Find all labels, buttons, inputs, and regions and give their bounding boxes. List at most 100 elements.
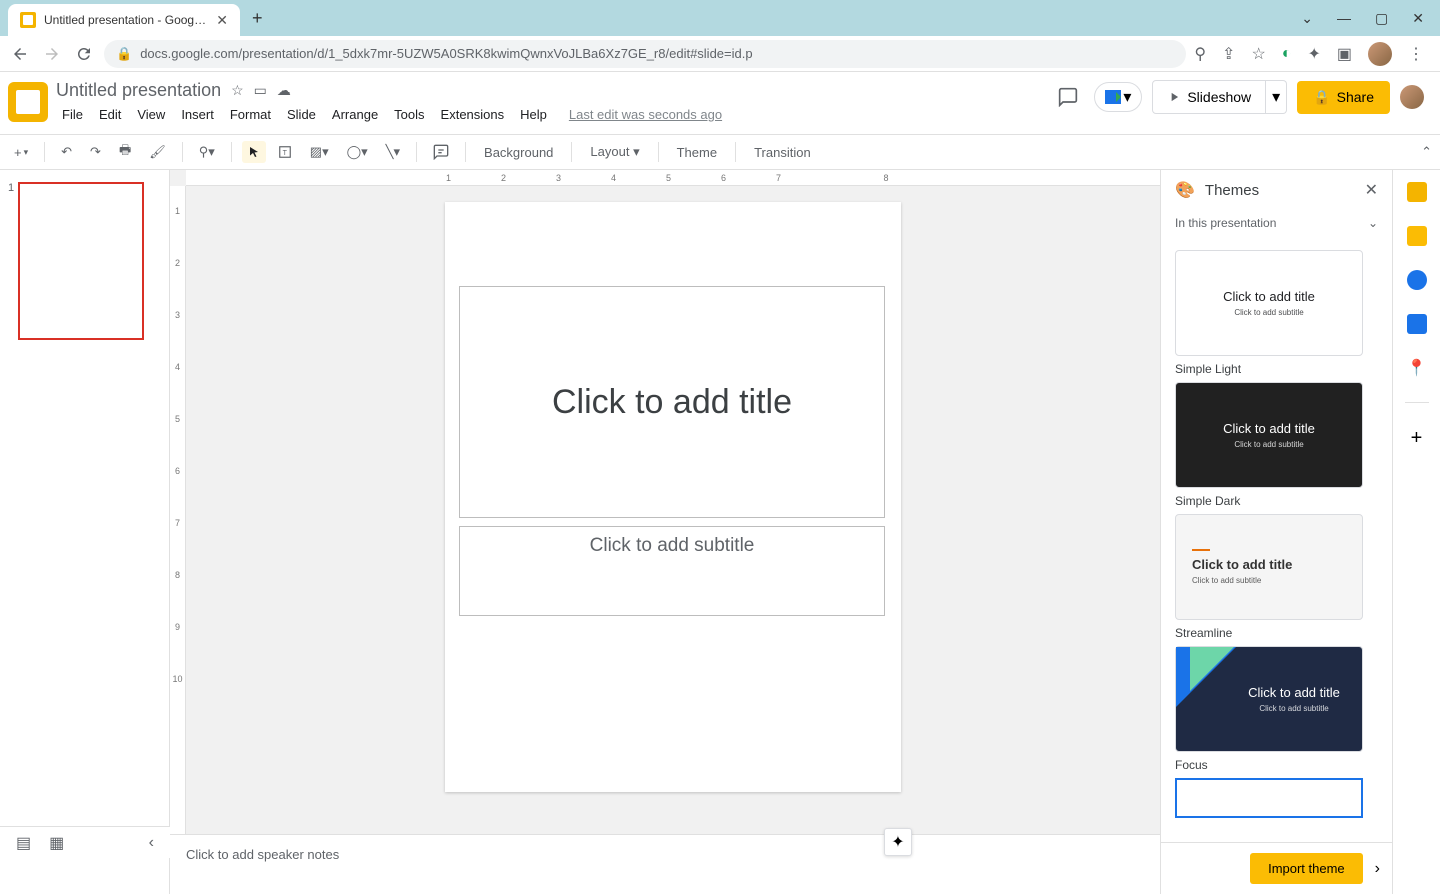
url-field[interactable]: 🔒 docs.google.com/presentation/d/1_5dxk7… (104, 40, 1186, 68)
share-url-icon[interactable]: ⇪ (1222, 44, 1235, 64)
theme-simple-light[interactable]: Click to add title Click to add subtitle (1175, 250, 1363, 356)
minimize-icon[interactable]: — (1337, 10, 1351, 27)
theme-streamline[interactable]: Click to add title Click to add subtitle (1175, 514, 1363, 620)
grid-view-icon[interactable]: ▦ (49, 833, 64, 853)
comment-tool[interactable] (427, 140, 455, 164)
menu-extensions[interactable]: Extensions (435, 105, 511, 124)
chevron-down-icon[interactable]: ⌄ (1301, 10, 1313, 27)
speaker-notes[interactable]: Click to add speaker notes (170, 834, 1160, 894)
redo-button[interactable]: ↷ (84, 140, 107, 164)
theme-label-dark: Simple Dark (1175, 494, 1378, 508)
title-placeholder[interactable]: Click to add title (459, 286, 885, 518)
undo-button[interactable]: ↶ (55, 140, 78, 164)
new-tab-button[interactable]: + (252, 8, 263, 29)
theme-shift[interactable] (1175, 778, 1363, 818)
menu-slide[interactable]: Slide (281, 105, 322, 124)
slides-logo[interactable] (8, 82, 48, 122)
slide-thumb-1[interactable] (18, 182, 144, 340)
ruler-horizontal: 1234567 8 (186, 170, 1160, 186)
menu-view[interactable]: View (131, 105, 171, 124)
profile-avatar[interactable] (1368, 42, 1392, 66)
menu-file[interactable]: File (56, 105, 89, 124)
browser-tab-strip: Untitled presentation - Google Sl ✕ + ⌄ … (0, 0, 1440, 36)
theme-label-focus: Focus (1175, 758, 1378, 772)
maximize-icon[interactable]: ▢ (1375, 10, 1388, 27)
shape-tool[interactable]: ◯▾ (341, 140, 374, 164)
contacts-icon[interactable] (1407, 314, 1427, 334)
lock-icon: 🔒 (116, 46, 132, 62)
app-header: Untitled presentation ☆ ▭ ☁ File Edit Vi… (0, 72, 1440, 134)
calendar-icon[interactable] (1407, 182, 1427, 202)
back-button[interactable] (8, 42, 32, 66)
slideshow-button[interactable]: Slideshow (1152, 80, 1266, 114)
zoom-icon[interactable]: ⚲ (1194, 44, 1206, 64)
keep-icon[interactable] (1407, 226, 1427, 246)
sidepanel-icon[interactable]: ▣ (1337, 44, 1352, 64)
star-icon[interactable]: ☆ (231, 82, 244, 99)
select-tool[interactable] (242, 141, 266, 163)
cloud-status-icon[interactable]: ☁ (277, 82, 291, 99)
menu-edit[interactable]: Edit (93, 105, 127, 124)
menu-format[interactable]: Format (224, 105, 277, 124)
collapse-filmstrip-icon[interactable]: ‹ (149, 834, 154, 852)
themes-section-toggle[interactable]: In this presentation ⌄ (1161, 210, 1392, 236)
bookmark-icon[interactable]: ☆ (1251, 44, 1265, 64)
explore-button[interactable]: ✦ (884, 828, 912, 856)
close-panel-icon[interactable]: ✕ (1365, 180, 1378, 200)
share-label: Share (1337, 89, 1374, 105)
filmstrip-footer: ▤ ▦ ‹ (0, 826, 170, 858)
line-tool[interactable]: ╲▾ (380, 140, 406, 164)
menu-arrange[interactable]: Arrange (326, 105, 384, 124)
themes-panel: 🎨 Themes ✕ In this presentation ⌄ Click … (1160, 170, 1392, 894)
layout-button[interactable]: Layout ▾ (582, 140, 647, 164)
forward-button[interactable] (40, 42, 64, 66)
account-avatar[interactable] (1400, 85, 1424, 109)
menu-insert[interactable]: Insert (175, 105, 220, 124)
themes-section-label: In this presentation (1175, 216, 1276, 230)
theme-button[interactable]: Theme (669, 141, 725, 164)
address-bar: 🔒 docs.google.com/presentation/d/1_5dxk7… (0, 36, 1440, 72)
slide-number: 1 (8, 182, 14, 340)
maps-icon[interactable]: 📍 (1407, 358, 1427, 378)
paint-format-button[interactable]: 🖌 (143, 140, 172, 164)
tasks-icon[interactable] (1407, 270, 1427, 290)
slideshow-dropdown[interactable]: ▾ (1266, 80, 1287, 114)
last-edit-text[interactable]: Last edit was seconds ago (563, 105, 728, 124)
filmstrip-view-icon[interactable]: ▤ (16, 833, 31, 853)
slide-canvas[interactable]: Click to add title Click to add subtitle (445, 202, 901, 792)
print-button[interactable]: 🖶 (113, 137, 137, 167)
palette-icon: 🎨 (1175, 180, 1195, 200)
chevron-down-icon: ⌄ (1368, 216, 1378, 230)
add-addon-icon[interactable]: + (1407, 427, 1427, 447)
theme-focus[interactable]: Click to add title Click to add subtitle (1175, 646, 1363, 752)
close-window-icon[interactable]: ✕ (1412, 10, 1424, 27)
side-rail: 📍 + (1392, 170, 1440, 894)
menu-help[interactable]: Help (514, 105, 553, 124)
browser-tab[interactable]: Untitled presentation - Google Sl ✕ (8, 4, 240, 36)
kebab-menu-icon[interactable]: ⋮ (1408, 44, 1424, 64)
subtitle-placeholder[interactable]: Click to add subtitle (459, 526, 885, 616)
new-slide-button[interactable]: +▾ (8, 141, 34, 164)
extensions-icon[interactable]: ✦ (1307, 44, 1320, 64)
textbox-tool[interactable]: T (272, 141, 298, 163)
transition-button[interactable]: Transition (746, 141, 819, 164)
window-controls: ⌄ — ▢ ✕ (1301, 10, 1440, 27)
share-button[interactable]: 🔒 Share (1297, 81, 1390, 114)
theme-simple-dark[interactable]: Click to add title Click to add subtitle (1175, 382, 1363, 488)
comments-icon[interactable] (1052, 81, 1084, 113)
doc-title[interactable]: Untitled presentation (56, 80, 221, 101)
image-tool[interactable]: ▨▾ (304, 140, 335, 164)
canvas-area: 1234567 8 12345678910 Click to add title… (170, 170, 1160, 894)
svg-text:T: T (282, 150, 287, 157)
background-button[interactable]: Background (476, 141, 561, 164)
reload-button[interactable] (72, 42, 96, 66)
move-icon[interactable]: ▭ (254, 82, 267, 99)
menu-tools[interactable]: Tools (388, 105, 430, 124)
collapse-toolbar-icon[interactable]: ⌃ (1421, 144, 1432, 160)
zoom-button[interactable]: ⚲▾ (193, 140, 221, 164)
slideshow-label: Slideshow (1187, 89, 1251, 105)
extension-icon[interactable]: ◐ (1282, 45, 1292, 63)
chevron-right-icon[interactable]: › (1375, 860, 1380, 878)
close-tab-icon[interactable]: ✕ (216, 12, 228, 29)
meet-button[interactable]: ▾ (1094, 82, 1142, 112)
